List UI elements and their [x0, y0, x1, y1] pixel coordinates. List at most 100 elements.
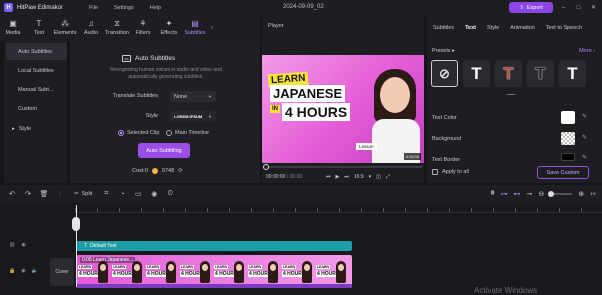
video-person-image: [370, 65, 422, 163]
zoom-in-icon[interactable]: ⊕: [578, 190, 584, 198]
timer-icon[interactable]: ⏲: [162, 185, 178, 203]
undo-icon[interactable]: ↶: [4, 185, 20, 203]
tab-effects[interactable]: ✦ Effects: [156, 15, 182, 41]
minimize-icon[interactable]: –: [559, 3, 568, 12]
video-text-in: IN: [270, 105, 280, 113]
preset-outline[interactable]: T: [527, 60, 554, 87]
tab-audio[interactable]: ♫ Audio: [78, 15, 104, 41]
crop-icon[interactable]: ⌗: [98, 185, 114, 203]
eyedropper-icon[interactable]: ✎: [582, 134, 587, 141]
sidebar-item-custom[interactable]: Custom: [6, 100, 67, 117]
tab-style-props[interactable]: Style: [487, 25, 499, 31]
subtitle-clip[interactable]: T Default Text: [76, 241, 352, 251]
save-custom-button[interactable]: Save Custom: [537, 166, 589, 179]
chevron-right-icon[interactable]: ›: [208, 15, 216, 41]
text-clip-icon: T: [84, 243, 88, 249]
presets-label: Presets ▸: [432, 48, 455, 54]
link-icon[interactable]: ⊶: [501, 190, 508, 198]
audio-wave-icon[interactable]: ⩩: [491, 190, 495, 198]
tab-subtitles-props[interactable]: Subtitles: [433, 25, 454, 31]
video-track-controls: 🔒 ◉ 🔈: [9, 268, 38, 274]
style-select[interactable]: LOREM IPSUM ▼: [170, 111, 216, 122]
tab-text-to-speech[interactable]: Text to Speech: [546, 25, 582, 31]
screenshot-icon[interactable]: ◫: [376, 174, 381, 180]
preset-none[interactable]: ⊘: [431, 60, 458, 87]
cover-button[interactable]: Cover: [50, 258, 74, 286]
redo-icon[interactable]: ↷: [20, 185, 36, 203]
tab-filters[interactable]: ⚘ Filters: [130, 15, 156, 41]
auto-subtitling-button[interactable]: Auto Subtitling: [138, 143, 190, 158]
translate-select[interactable]: None ▼: [170, 91, 216, 102]
tab-media[interactable]: ▣ Media: [0, 15, 26, 41]
text-border-label: Text Border: [432, 157, 461, 163]
media-icon: ▣: [9, 19, 17, 28]
magnet-icon[interactable]: ⊷: [514, 190, 521, 198]
menu-settings[interactable]: Settings: [114, 5, 134, 11]
link-track-icon[interactable]: ⛓: [9, 242, 15, 248]
elements-icon: ⁂: [61, 19, 69, 28]
export-button[interactable]: ⇪ Export: [509, 2, 553, 13]
eyedropper-icon[interactable]: ✎: [582, 154, 587, 161]
lock-icon[interactable]: 🔒: [9, 268, 15, 274]
tab-text-props[interactable]: Text: [465, 25, 476, 31]
mute-icon[interactable]: 🔈: [32, 268, 38, 274]
eyedropper-icon[interactable]: ✎: [582, 113, 587, 120]
text-color-swatch[interactable]: [561, 111, 575, 124]
text-color-label: Text Color: [432, 115, 457, 121]
timeline-right-tools: ⩩ ⊶ ⊷ ⊸ ⊖ ⊕ ⇿: [491, 185, 596, 203]
menu-file[interactable]: File: [89, 5, 98, 11]
maximize-icon[interactable]: □: [574, 3, 583, 12]
time-ruler[interactable]: [75, 203, 602, 213]
text-border-swatch[interactable]: [561, 153, 575, 161]
background-label: Background: [432, 136, 462, 142]
previous-frame-icon[interactable]: ⏮: [326, 174, 331, 180]
playhead-handle[interactable]: [72, 217, 80, 231]
sidebar-item-manual-subtitles[interactable]: Manual Subt...: [6, 81, 67, 98]
more-presets-link[interactable]: More ›: [579, 48, 595, 54]
preset-red[interactable]: T: [495, 60, 522, 87]
record-icon[interactable]: ◉: [146, 185, 162, 203]
speed-icon[interactable]: ◔: [114, 185, 130, 203]
preset-white[interactable]: T: [463, 60, 490, 87]
aspect-ratio[interactable]: 16:9: [354, 174, 364, 180]
tab-elements[interactable]: ⁂ Elements: [52, 15, 78, 41]
video-clip[interactable]: LEARN 4 HOURS LEARN 4 HOURS LEARN 4 HOURS L…: [76, 255, 352, 288]
background-color-swatch[interactable]: [561, 132, 575, 145]
sidebar-item-style[interactable]: ▸ Style: [6, 120, 67, 137]
sidebar-item-auto-subtitles[interactable]: Auto Subtitles: [6, 43, 67, 60]
delete-icon[interactable]: 🗑: [36, 185, 52, 203]
preset-bold[interactable]: T: [559, 60, 586, 87]
video-preview[interactable]: LEARN JAPANESE IN 4 HOURS Lesson 4:10:02: [262, 55, 424, 163]
progress-handle[interactable]: [263, 164, 269, 170]
scissors-icon: ✂: [74, 191, 79, 197]
zoom-slider[interactable]: [548, 191, 573, 197]
playback-progress[interactable]: [263, 164, 422, 170]
radio-main-timeline[interactable]: Main Timeline: [166, 130, 209, 136]
apply-to-all-checkbox[interactable]: Apply to all: [432, 169, 469, 175]
zoom-out-icon[interactable]: ⊖: [538, 190, 544, 198]
video-clip-label: 0:05 Learn Japanese...: [80, 257, 136, 263]
fullscreen-icon[interactable]: ⤢: [386, 174, 390, 180]
tab-animation[interactable]: Animation: [510, 25, 534, 31]
player-panel: Player LEARN JAPANESE IN 4 HOURS Lesson …: [262, 15, 424, 183]
chevron-down-icon[interactable]: ▾: [369, 174, 372, 180]
radio-selected-clip[interactable]: Selected Clip: [118, 130, 159, 136]
tab-transition[interactable]: ⧖ Transition: [104, 15, 130, 41]
fit-timeline-icon[interactable]: ⇿: [590, 190, 596, 198]
zoom-handle[interactable]: [548, 191, 555, 197]
snap-icon[interactable]: ⊸: [527, 190, 533, 198]
visibility-icon[interactable]: ◉: [21, 242, 25, 248]
split-button[interactable]: ✂ Split: [74, 191, 92, 197]
next-frame-icon[interactable]: ⏭: [344, 174, 349, 180]
refresh-icon[interactable]: ⟳: [178, 168, 183, 174]
menu-help[interactable]: Help: [150, 5, 161, 11]
visibility-icon[interactable]: ◉: [21, 268, 25, 274]
tab-subtitles[interactable]: ▤ Subtitles: [182, 15, 208, 41]
sidebar-item-local-subtitles[interactable]: Local Subtitles: [6, 62, 67, 79]
play-icon[interactable]: ▶: [336, 174, 340, 180]
credit-count: 9748: [161, 168, 175, 174]
tab-text[interactable]: T Text: [26, 15, 52, 41]
close-icon[interactable]: ✕: [589, 3, 598, 12]
freeze-icon[interactable]: ▭: [130, 185, 146, 203]
panel-description: Recognizing human voices in audio and vi…: [110, 67, 222, 80]
